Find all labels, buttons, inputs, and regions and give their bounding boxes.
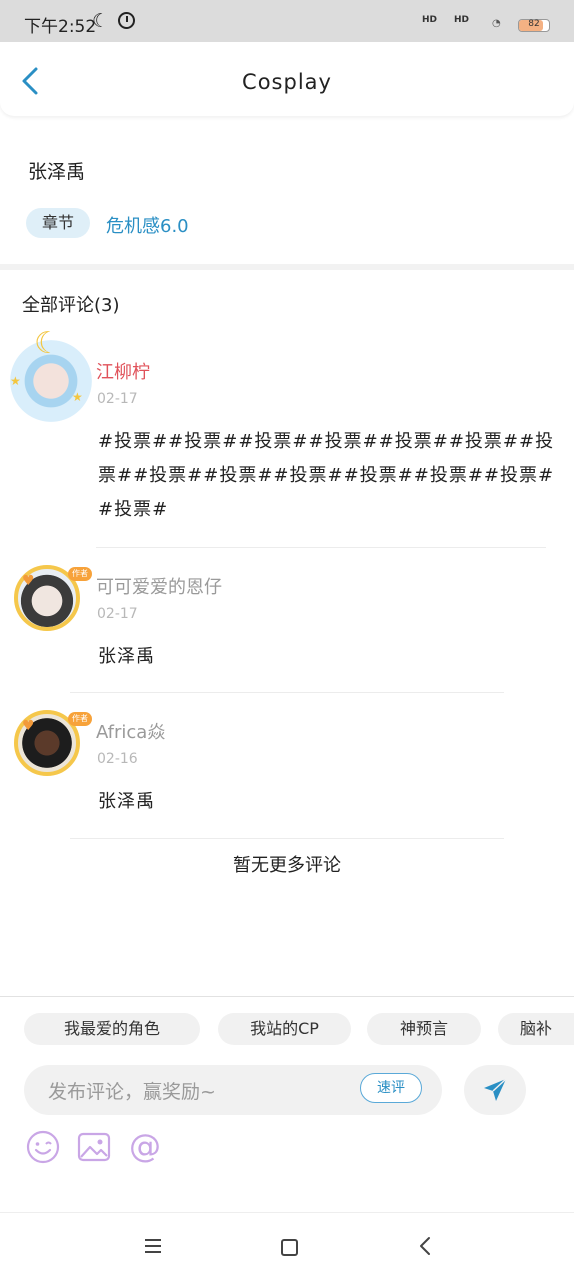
comment-text: 张泽禹 [98,791,155,812]
avatar[interactable]: ♥ 作者 [14,710,92,776]
header: Cosplay [0,42,574,116]
star-icon: ★ [10,374,21,388]
menu-icon[interactable] [145,1239,161,1253]
back-icon[interactable] [418,1235,432,1257]
commenter-name[interactable]: Africa焱 [96,718,165,744]
moon-icon: ☾ [92,10,110,32]
hd-indicator: HD [422,15,438,25]
author-badge: 作者 [68,712,92,726]
alarm-icon [118,12,135,29]
chapter-tag: 章节 [26,208,90,238]
send-button[interactable] [464,1065,526,1115]
status-bar: 下午2:52 ☾ HD HD ◔ 82 [0,0,574,42]
post-author: 张泽禹 [28,161,86,183]
comment-text: #投票##投票##投票##投票##投票##投票##投票##投票##投票##投票#… [98,431,555,520]
topic-chip[interactable]: 我最爱的角色 [24,1013,200,1045]
comment-input-panel: 我最爱的角色 我站的CP 神预言 脑补 发布评论，赢奖励~ 速评 @ [0,996,574,1211]
heart-icon: ♥ [22,718,35,734]
mention-icon[interactable]: @ [127,1127,163,1165]
battery-level: 82 [528,19,540,29]
topic-chip[interactable]: 我站的CP [218,1013,351,1045]
commenter-name[interactable]: 江柳柠 [96,358,150,384]
comment-date: 02-17 [97,606,138,622]
hd-indicator: HD [454,15,470,25]
home-icon[interactable] [281,1239,298,1256]
topic-chip[interactable]: 脑补 [498,1013,574,1045]
author-badge: 作者 [68,567,92,581]
section-divider [0,264,574,270]
topic-chip[interactable]: 神预言 [367,1013,481,1045]
page-title: Cosplay [242,70,332,94]
image-icon[interactable] [76,1129,112,1165]
comments-heading: 全部评论(3) [22,295,120,316]
commenter-name[interactable]: 可可爱爱的恩仔 [96,573,222,599]
star-icon: ★ [72,390,83,404]
no-more-comments: 暂无更多评论 [233,855,341,876]
paper-plane-icon [484,1078,507,1101]
divider [96,547,546,548]
comment-date: 02-16 [97,751,138,767]
battery-icon: 82 [518,19,550,32]
comment-date: 02-17 [97,391,138,407]
comment-input[interactable]: 发布评论，赢奖励~ 速评 [24,1065,442,1115]
chapter-link[interactable]: 危机感6.0 [106,212,189,238]
status-time: 下午2:52 [24,17,97,37]
wifi-icon: ◔ [492,18,501,29]
quick-review-button[interactable]: 速评 [360,1073,422,1103]
moon-icon: ☾ [34,326,61,361]
comment-placeholder: 发布评论，赢奖励~ [48,1081,216,1103]
divider [70,692,504,693]
comment-text: 张泽禹 [98,646,155,667]
divider [70,838,504,839]
avatar[interactable]: ♥ 作者 [14,565,92,631]
emoji-icon[interactable] [25,1129,61,1165]
avatar[interactable]: ☾ ★ ★ [10,326,92,422]
system-nav-bar [0,1212,574,1281]
heart-icon: ♥ [22,573,35,589]
svg-text:@: @ [129,1129,161,1165]
